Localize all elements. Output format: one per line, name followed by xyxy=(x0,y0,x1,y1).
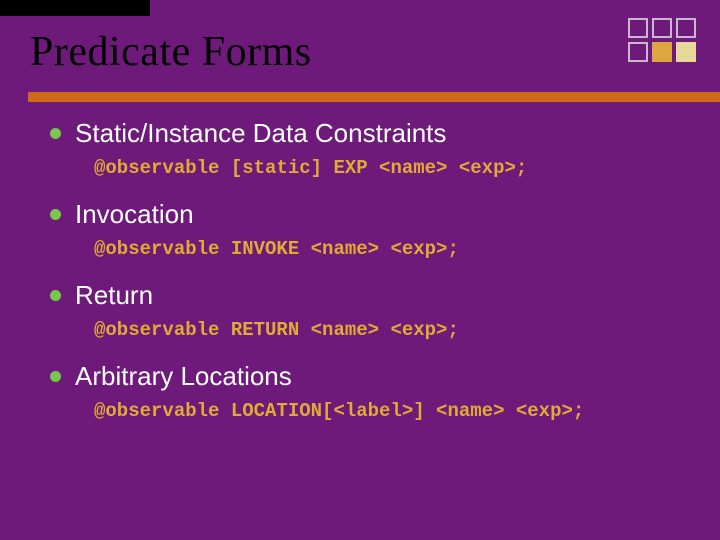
list-item: Arbitrary Locations @observable LOCATION… xyxy=(50,361,680,422)
list-item: Static/Instance Data Constraints @observ… xyxy=(50,118,680,179)
corner-logo xyxy=(628,18,700,76)
top-black-bar xyxy=(0,0,150,16)
item-heading: Invocation xyxy=(75,199,194,230)
slide: Predicate Forms Static/Instance Data Con… xyxy=(0,0,720,540)
bullet-icon xyxy=(50,290,61,301)
list-item: Return @observable RETURN <name> <exp>; xyxy=(50,280,680,341)
bullet-icon xyxy=(50,209,61,220)
logo-square xyxy=(676,42,696,62)
item-code: @observable INVOKE <name> <exp>; xyxy=(94,238,680,260)
logo-square xyxy=(628,42,648,62)
item-code: @observable RETURN <name> <exp>; xyxy=(94,319,680,341)
item-heading: Arbitrary Locations xyxy=(75,361,292,392)
item-heading-row: Static/Instance Data Constraints xyxy=(50,118,680,149)
item-heading: Static/Instance Data Constraints xyxy=(75,118,446,149)
logo-square xyxy=(628,18,648,38)
item-code: @observable LOCATION[<label>] <name> <ex… xyxy=(94,400,680,422)
list-item: Invocation @observable INVOKE <name> <ex… xyxy=(50,199,680,260)
bullet-icon xyxy=(50,128,61,139)
bullet-icon xyxy=(50,371,61,382)
slide-title: Predicate Forms xyxy=(30,28,312,76)
item-heading-row: Arbitrary Locations xyxy=(50,361,680,392)
logo-square xyxy=(676,18,696,38)
item-heading-row: Return xyxy=(50,280,680,311)
accent-divider xyxy=(28,92,720,102)
logo-square xyxy=(652,42,672,62)
content-area: Static/Instance Data Constraints @observ… xyxy=(50,118,680,442)
item-code: @observable [static] EXP <name> <exp>; xyxy=(94,157,680,179)
item-heading-row: Invocation xyxy=(50,199,680,230)
item-heading: Return xyxy=(75,280,153,311)
logo-square xyxy=(652,18,672,38)
